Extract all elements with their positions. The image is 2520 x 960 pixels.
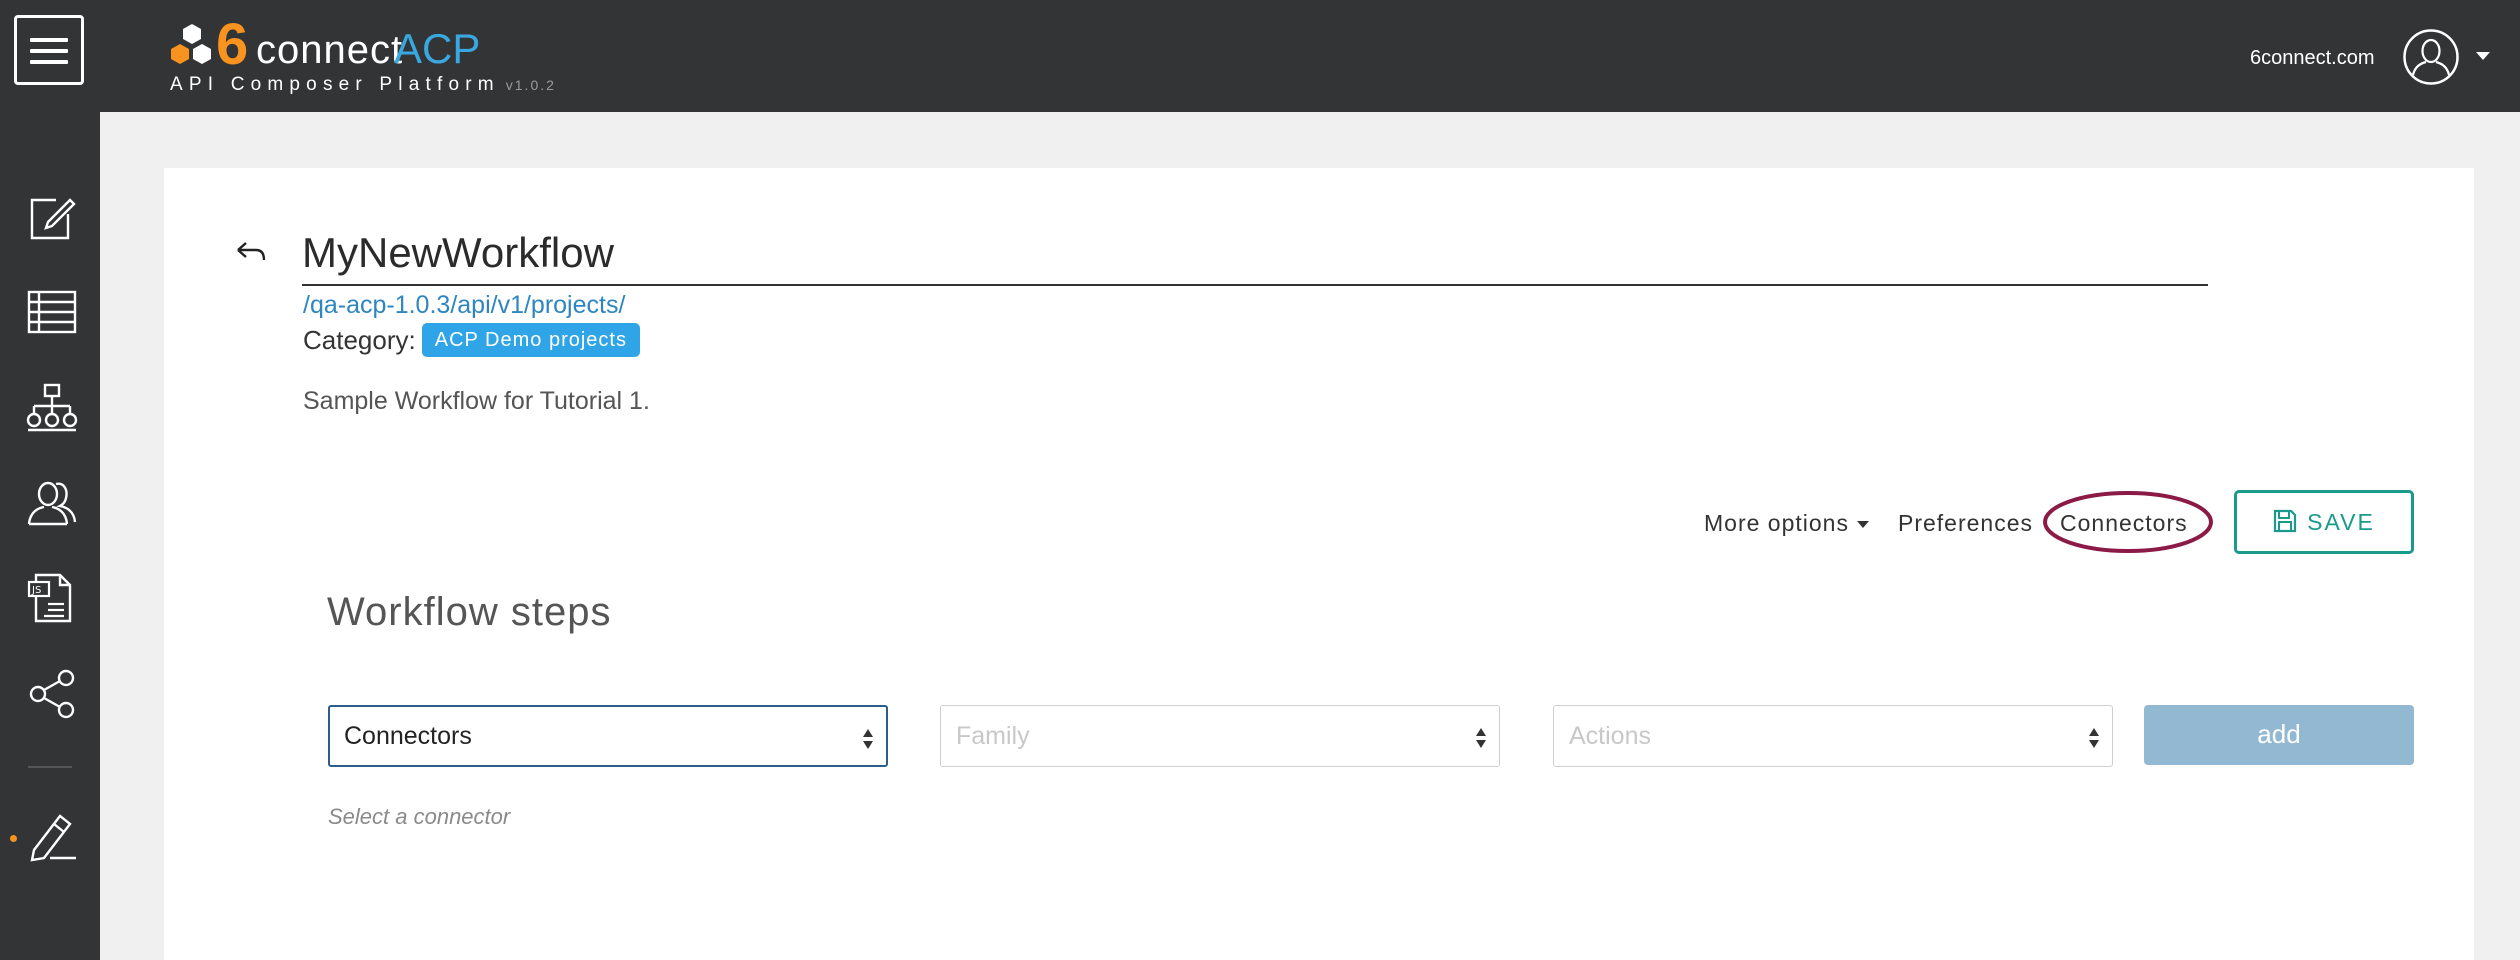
top-bar: 6 connect ACP API Composer Platform v1.0.… (0, 0, 2520, 112)
users-icon[interactable] (26, 476, 78, 528)
edit-icon[interactable] (26, 192, 78, 244)
connectors-select[interactable]: Connectors (328, 705, 888, 767)
save-button[interactable]: SAVE (2234, 490, 2414, 554)
family-select[interactable]: Family (940, 705, 1500, 767)
select-updown-icon (2089, 728, 2099, 748)
chevron-down-icon (1856, 521, 1869, 529)
app-logo[interactable]: 6 connect ACP API Composer Platform v1.0.… (168, 16, 608, 100)
workflow-api-path-link[interactable]: /qa-acp-1.0.3/api/v1/projects/ (303, 290, 625, 320)
logo-connect: connect (256, 28, 404, 72)
workflow-title-input[interactable]: MyNewWorkflow (302, 226, 2208, 286)
share-icon[interactable] (26, 668, 78, 720)
site-name: 6connect.com (2250, 47, 2375, 69)
logo-six: 6 (216, 12, 249, 77)
highlight-annotation-ellipse (2043, 491, 2213, 553)
select-updown-icon (863, 729, 873, 749)
hexagon-logo-icon (171, 24, 211, 64)
logo-acp: ACP (394, 25, 481, 72)
floppy-disk-icon (2274, 510, 2297, 533)
logo-subtitle: API Composer Platform v1.0.2 (170, 74, 556, 95)
preferences-link[interactable]: Preferences (1898, 509, 2033, 537)
back-arrow-icon[interactable] (236, 240, 266, 266)
category-badge[interactable]: ACP Demo projects (421, 323, 640, 357)
add-step-button[interactable]: add (2144, 705, 2414, 765)
pen-icon[interactable] (26, 810, 78, 862)
workflow-description: Sample Workflow for Tutorial 1. (303, 387, 650, 415)
user-menu-chevron-down-icon[interactable] (2476, 52, 2490, 60)
user-avatar-icon[interactable] (2403, 29, 2459, 85)
sidebar-divider (28, 766, 72, 768)
hamburger-menu-icon[interactable] (14, 15, 84, 85)
sidebar: JS (0, 112, 100, 960)
svg-text:JS: JS (31, 585, 41, 596)
category-row: Category: ACP Demo projects (303, 322, 640, 358)
js-file-icon[interactable]: JS (26, 572, 78, 624)
workflow-card (164, 168, 2474, 960)
actions-select[interactable]: Actions (1553, 705, 2113, 767)
active-indicator-dot (10, 835, 17, 842)
select-updown-icon (1476, 728, 1486, 748)
list-icon[interactable] (26, 286, 78, 338)
logo-version: v1.0.2 (505, 77, 556, 93)
workflow-steps-heading: Workflow steps (327, 590, 612, 634)
hierarchy-icon[interactable] (26, 382, 78, 434)
more-options-dropdown[interactable]: More options (1704, 509, 1869, 537)
connector-hint: Select a connector (328, 804, 511, 829)
category-label: Category: (303, 325, 416, 355)
